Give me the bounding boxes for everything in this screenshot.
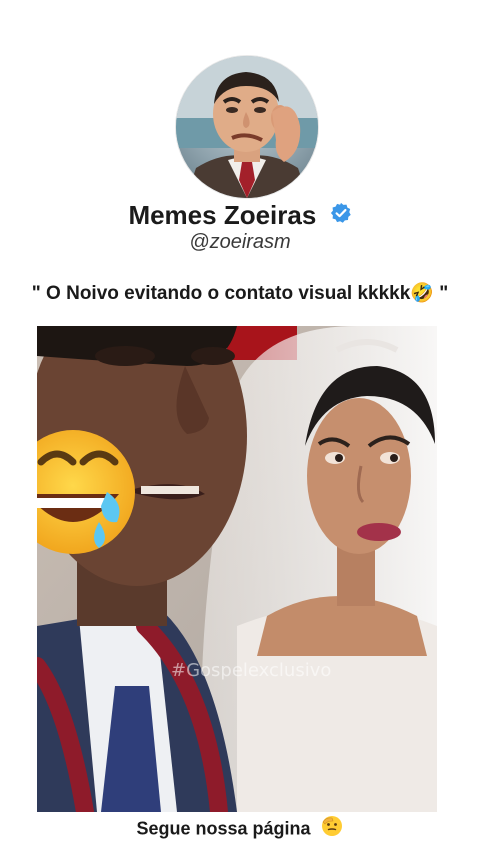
verified-badge-icon xyxy=(330,198,352,232)
follow-prompt: Segue nossa página xyxy=(0,814,480,845)
post-caption: " O Noivo evitando o contato visual kkkk… xyxy=(31,283,449,304)
follow-prompt-text: Segue nossa página xyxy=(136,818,311,839)
wedding-scene-image: #Gospelexclusivo xyxy=(37,326,437,812)
profile-name-text: Memes Zoeiras xyxy=(128,200,317,230)
profile-avatar[interactable] xyxy=(176,56,318,198)
avatar-caricature-image xyxy=(176,56,318,198)
watermark-text: #Gospelexclusivo xyxy=(171,660,331,681)
profile-handle[interactable]: @zoeirasm xyxy=(0,230,480,254)
profile-name[interactable]: Memes Zoeiras xyxy=(0,198,480,232)
meme-photo: #Gospelexclusivo xyxy=(37,326,437,812)
saluting-face-icon xyxy=(320,814,344,845)
